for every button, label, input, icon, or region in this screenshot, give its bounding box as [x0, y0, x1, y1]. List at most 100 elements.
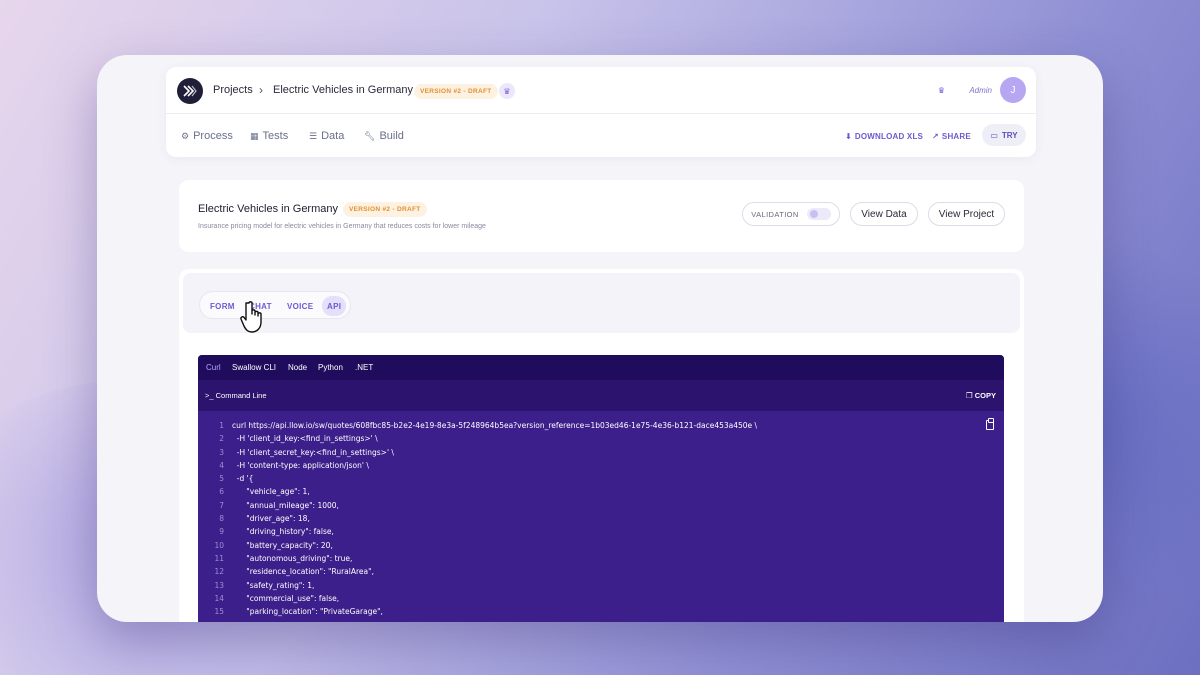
- view-data-button[interactable]: View Data: [850, 202, 918, 226]
- line-text: -H 'content-type: application/json' \: [232, 460, 369, 470]
- code-line: 10 "battery_capacity": 20,: [198, 541, 1004, 554]
- database-icon: ☰: [309, 130, 318, 141]
- copy-button[interactable]: ❐ COPY: [966, 391, 996, 400]
- tab-dotnet[interactable]: .NET: [355, 363, 373, 372]
- logo-icon[interactable]: [177, 78, 203, 104]
- download-xls-button[interactable]: ⬇ DOWNLOAD XLS: [845, 132, 923, 141]
- app-window: Projects › Electric Vehicles in Germany …: [97, 55, 1103, 622]
- line-number: 9: [219, 527, 224, 537]
- download-icon: ⬇: [845, 132, 852, 141]
- line-number: 13: [214, 580, 224, 590]
- line-number: 11: [214, 553, 224, 563]
- line-number: 10: [214, 540, 224, 550]
- line-text: "battery_capacity": 20,: [232, 540, 333, 550]
- line-number: 7: [219, 500, 224, 510]
- wrench-icon: 🔧︎: [364, 130, 376, 141]
- code-line: 9 "driving_history": false,: [198, 527, 1004, 540]
- tab-build[interactable]: 🔧︎ Build: [364, 130, 404, 142]
- tab-label: Build: [379, 130, 404, 142]
- breadcrumb-projects[interactable]: Projects: [213, 84, 253, 96]
- tab-swallow-cli[interactable]: Swallow CLI: [232, 363, 276, 372]
- try-button[interactable]: ▭ TRY: [982, 124, 1026, 146]
- tab-label: Data: [321, 130, 345, 142]
- tab-label: Tests: [262, 130, 289, 142]
- line-text: "annual_mileage": 1000,: [232, 500, 339, 510]
- code-line: 7 "annual_mileage": 1000,: [198, 501, 1004, 514]
- avatar[interactable]: J: [1000, 77, 1026, 103]
- gear-icon: ⚙: [181, 130, 190, 141]
- project-header: Electric Vehicles in Germany VERSION #2 …: [179, 180, 1024, 252]
- breadcrumb-project-name: Electric Vehicles in Germany: [273, 84, 413, 96]
- line-number: 15: [214, 607, 224, 617]
- line-text: "driving_history": false,: [232, 527, 334, 537]
- code-line: 1 curl https://api.llow.io/sw/quotes/608f…: [198, 421, 1004, 434]
- validation-toggle[interactable]: VALIDATION: [742, 202, 840, 226]
- version-badge: VERSION #2 - DRAFT: [414, 84, 498, 99]
- code-content: 1 curl https://api.llow.io/sw/quotes/608f…: [198, 421, 1004, 620]
- hand-pointer-icon: [240, 301, 262, 333]
- line-number: 5: [219, 474, 224, 484]
- view-project-button[interactable]: View Project: [928, 202, 1005, 226]
- try-label: TRY: [1001, 130, 1018, 140]
- mode-voice[interactable]: VOICE: [287, 302, 313, 311]
- mode-selector: FORM CHAT VOICE API: [199, 291, 351, 319]
- copy-icon: ❐: [965, 391, 975, 400]
- download-label: DOWNLOAD XLS: [854, 132, 924, 141]
- code-line: 6 "vehicle_age": 1,: [198, 487, 1004, 500]
- share-icon: ↗: [932, 132, 939, 141]
- tab-node[interactable]: Node: [288, 363, 307, 372]
- line-text: -H 'client_secret_key:<find_in_settings>…: [232, 447, 394, 457]
- tests-icon: ▦: [250, 130, 259, 141]
- role-label: Admin: [969, 86, 992, 95]
- line-number: 2: [219, 434, 224, 444]
- line-number: 14: [214, 593, 224, 603]
- code-line: 3 -H 'client_secret_key:<find_in_setting…: [198, 448, 1004, 461]
- section-label: Command Line: [215, 391, 267, 400]
- language-tabs: Curl Swallow CLI Node Python .NET: [198, 355, 1004, 380]
- command-line-bar: >_ Command Line ❐ COPY: [198, 380, 1004, 411]
- top-navigation: Projects › Electric Vehicles in Germany …: [166, 67, 1036, 157]
- line-text: "commercial_use": false,: [232, 593, 340, 603]
- project-title: Electric Vehicles in Germany: [198, 203, 338, 215]
- line-text: "driver_age": 18,: [232, 514, 310, 524]
- tab-python[interactable]: Python: [318, 363, 343, 372]
- crown-icon: ♛: [937, 86, 945, 95]
- code-line: 13 "safety_rating": 1,: [198, 581, 1004, 594]
- line-text: "parking_location": "PrivateGarage",: [232, 607, 383, 617]
- toggle-switch[interactable]: [806, 208, 831, 220]
- code-block: Curl Swallow CLI Node Python .NET >_ Com…: [198, 355, 1004, 622]
- line-number: 4: [219, 460, 224, 470]
- tab-data[interactable]: ☰ Data: [309, 130, 344, 142]
- code-line: 4 -H 'content-type: application/json' \: [198, 461, 1004, 474]
- mode-form[interactable]: FORM: [210, 302, 235, 311]
- mode-bar: FORM CHAT VOICE API: [183, 273, 1020, 333]
- terminal-icon: >_: [205, 391, 216, 400]
- tab-tests[interactable]: ▦ Tests: [250, 130, 288, 142]
- tab-process[interactable]: ⚙ Process: [181, 130, 233, 142]
- line-number: 6: [219, 487, 224, 497]
- code-line: 8 "driver_age": 18,: [198, 514, 1004, 527]
- validation-label: VALIDATION: [751, 209, 799, 219]
- line-text: "residence_location": "RuralArea",: [232, 567, 374, 577]
- code-line: 11 "autonomous_driving": true,: [198, 554, 1004, 567]
- line-number: 8: [219, 514, 224, 524]
- code-line: 5 -d '{: [198, 474, 1004, 487]
- terminal-label: >_ Command Line: [205, 391, 267, 400]
- tab-curl[interactable]: Curl: [206, 363, 221, 372]
- line-number: 3: [219, 447, 224, 457]
- code-line: 12 "residence_location": "RuralArea",: [198, 567, 1004, 580]
- chevron-right-icon: ›: [259, 83, 263, 97]
- code-line: 2 -H 'client_id_key:<find_in_settings>' …: [198, 434, 1004, 447]
- mode-api[interactable]: API: [327, 302, 341, 311]
- line-text: "vehicle_age": 1,: [232, 487, 310, 497]
- code-line: 15 "parking_location": "PrivateGarage",: [198, 607, 1004, 620]
- share-button[interactable]: ↗ SHARE: [932, 132, 971, 141]
- share-label: SHARE: [941, 132, 971, 141]
- monitor-icon: ▭: [990, 130, 998, 140]
- line-number: 1: [219, 421, 224, 430]
- line-number: 12: [214, 567, 224, 577]
- copy-label: COPY: [974, 391, 996, 400]
- line-text: curl https://api.llow.io/sw/quotes/608fb…: [232, 421, 758, 430]
- project-description: Insurance pricing model for electric veh…: [198, 223, 486, 230]
- line-text: "safety_rating": 1,: [232, 580, 315, 590]
